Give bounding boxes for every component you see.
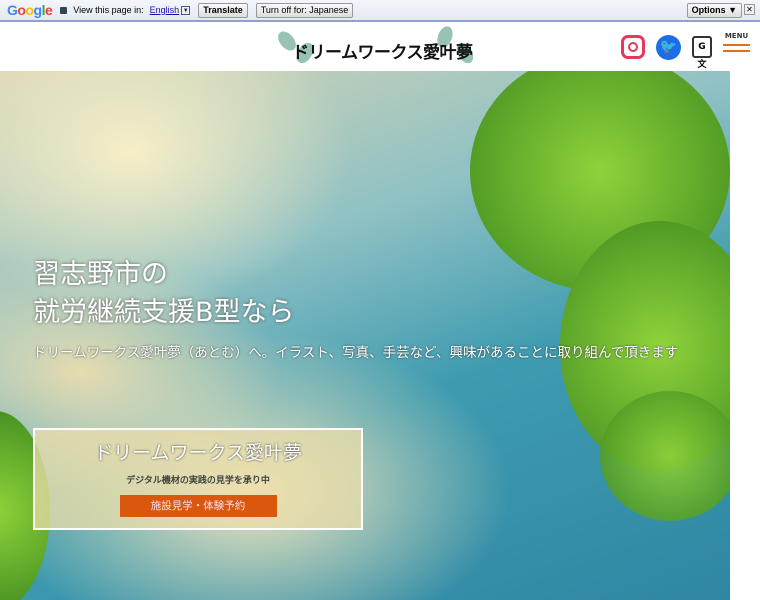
close-icon[interactable]: ✕ xyxy=(744,4,755,15)
hero-title-line: 習志野市の xyxy=(33,259,168,290)
hero-title-line: 就労継続支援B型なら xyxy=(33,297,295,328)
hero-section: 習志野市の 就労継続支援B型なら ドリームワークス愛叶夢（あとむ）へ。イラスト、… xyxy=(0,71,730,600)
language-dropdown-icon[interactable]: ▼ xyxy=(181,5,191,15)
hamburger-line xyxy=(723,44,750,46)
logo-text: ドリームワークス愛叶夢 xyxy=(292,43,473,63)
hero-title: 習志野市の 就労継続支援B型なら xyxy=(33,256,295,332)
visit-reservation-button[interactable]: 施設見学・体験予約 xyxy=(119,495,277,517)
turn-off-button[interactable]: Turn off for: Japanese xyxy=(255,2,354,18)
site-logo[interactable]: ドリームワークス愛叶夢 xyxy=(274,24,484,68)
card-title: ドリームワークス愛叶夢 xyxy=(94,442,302,464)
language-link[interactable]: English xyxy=(150,5,180,15)
card-subtitle: デジタル機材の実践の見学を承り中 xyxy=(126,476,270,486)
google-logo: Google xyxy=(7,2,53,18)
translate-icon[interactable]: G文 xyxy=(692,36,712,70)
lock-icon xyxy=(60,6,68,14)
tree-foliage xyxy=(600,391,730,521)
instagram-icon[interactable] xyxy=(621,35,645,59)
hamburger-line xyxy=(723,50,750,52)
menu-button[interactable]: MENU xyxy=(723,32,750,52)
twitter-icon[interactable]: 🐦 xyxy=(656,35,681,60)
options-button[interactable]: Options ▼ xyxy=(686,3,742,18)
menu-label: MENU xyxy=(724,32,749,40)
translate-button[interactable]: Translate xyxy=(198,2,248,18)
page-scroll-gutter xyxy=(730,71,760,600)
cta-card: ドリームワークス愛叶夢 デジタル機材の実践の見学を承り中 施設見学・体験予約 xyxy=(33,428,363,530)
site-header: ドリームワークス愛叶夢 🐦 G文 MENU xyxy=(0,22,760,71)
hero-subtitle: ドリームワークス愛叶夢（あとむ）へ。イラスト、写真、手芸など、興味があることに取… xyxy=(33,345,679,361)
view-label: View this page in: xyxy=(73,5,144,15)
google-translate-bar: Google View this page in: English ▼ Trans… xyxy=(0,0,760,22)
